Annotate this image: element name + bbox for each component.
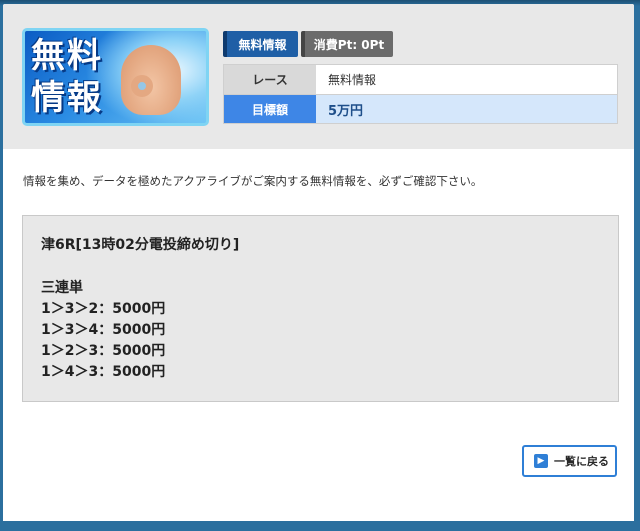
back-to-list-button[interactable]: ▶ 一覧に戻る <box>522 445 617 477</box>
back-to-list-label: 一覧に戻る <box>554 455 609 468</box>
bet-line: 1＞3＞4：5000円 <box>41 322 166 338</box>
bet-type: 三連単 <box>41 280 83 296</box>
race-row: レース 無料情報 <box>223 64 618 94</box>
info-header: 無料 情報 無料情報 消費Pt: 0Pt レース 無料情報 目標額 5万円 <box>3 4 634 149</box>
ok-hand-ring <box>131 75 153 97</box>
race-value: 無料情報 <box>316 65 617 94</box>
lead-text: 情報を集め、データを極めたアクアライブがご案内する無料情報を、必ずご確認下さい。 <box>23 174 483 188</box>
race-title: 津6R[13時02分電投締め切り] <box>41 237 240 253</box>
bet-line: 1＞2＞3：5000円 <box>41 343 166 359</box>
points-consumed-badge: 消費Pt: 0Pt <box>301 31 393 57</box>
free-info-banner-image: 無料 情報 <box>22 28 209 126</box>
bet-line: 1＞4＞3：5000円 <box>41 364 166 380</box>
info-panel: 無料 情報 無料情報 消費Pt: 0Pt レース 無料情報 目標額 5万円 情報… <box>3 4 634 525</box>
window-frame-bottom <box>0 521 640 531</box>
bet-line: 1＞3＞2：5000円 <box>41 301 166 317</box>
race-label: レース <box>224 65 316 94</box>
banner-text-line2: 情報 <box>31 78 103 118</box>
target-value: 5万円 <box>316 95 617 123</box>
prediction-box: 津6R[13時02分電投締め切り] 三連単 1＞3＞2：5000円 1＞3＞4：… <box>22 215 619 402</box>
target-row: 目標額 5万円 <box>223 94 618 124</box>
chevron-right-icon: ▶ <box>534 454 548 468</box>
target-label: 目標額 <box>224 95 316 123</box>
banner-text-line1: 無料 <box>31 36 103 76</box>
ok-hand-graphic <box>121 45 181 115</box>
free-info-badge: 無料情報 <box>223 31 298 57</box>
race-info-table: レース 無料情報 目標額 5万円 <box>223 64 618 124</box>
